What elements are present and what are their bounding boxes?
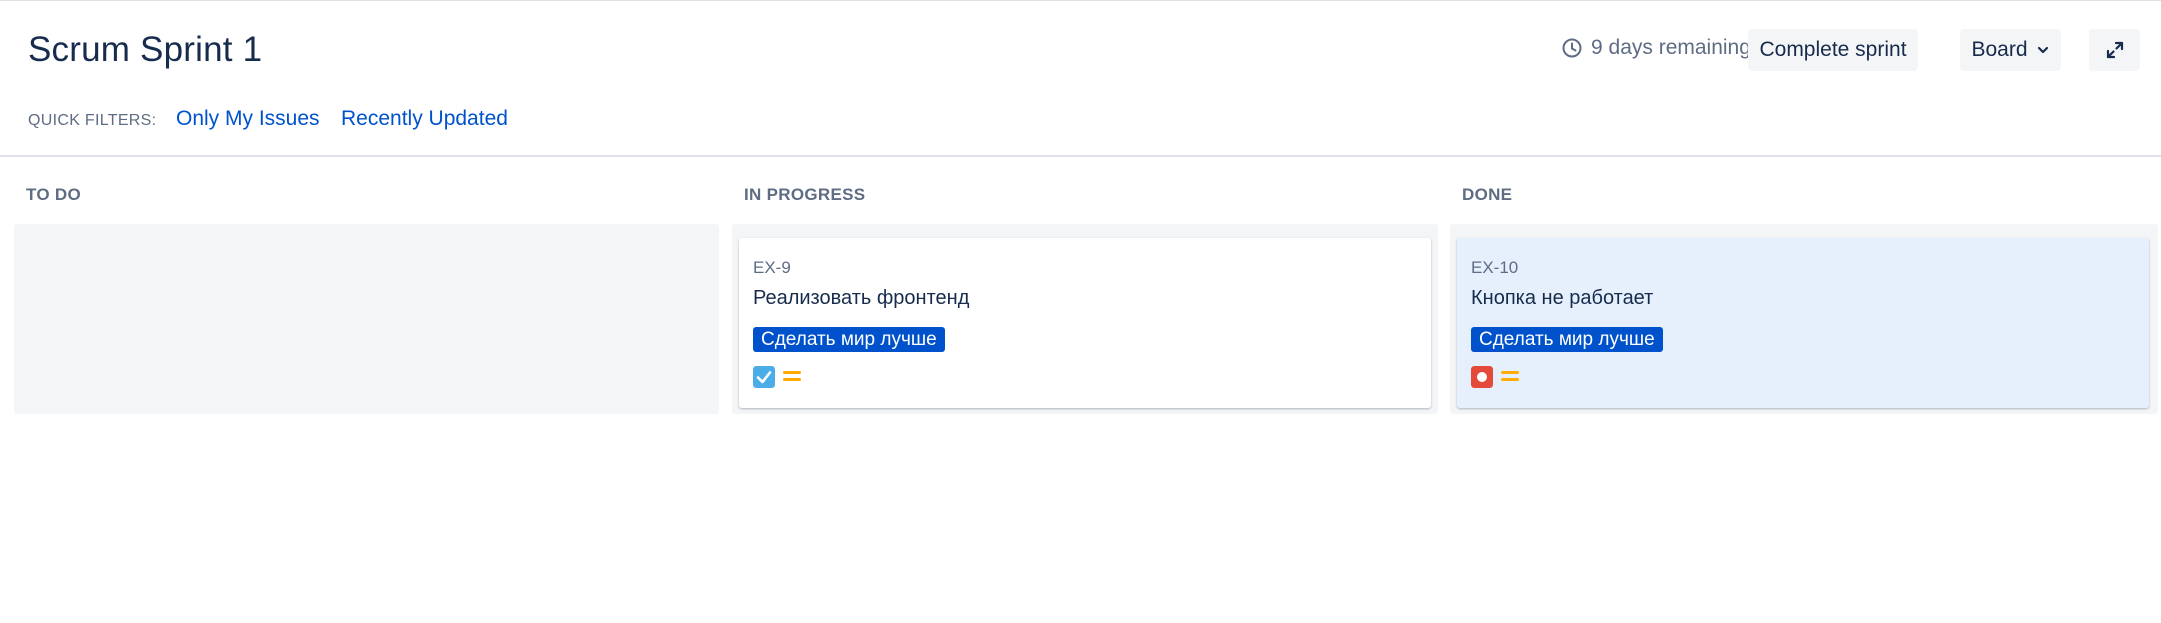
filter-recently-updated[interactable]: Recently Updated	[341, 107, 508, 131]
complete-sprint-button[interactable]: Complete sprint	[1748, 29, 1918, 71]
epic-label: Сделать мир лучше	[1471, 327, 1663, 352]
quick-filters-label: QUICK FILTERS:	[28, 112, 157, 129]
remaining-text: 9 days remaining	[1591, 36, 1751, 59]
column-todo[interactable]	[14, 224, 719, 414]
top-border	[0, 0, 2161, 1]
expand-icon	[2106, 41, 2123, 59]
board-button-label: Board	[1971, 38, 2028, 61]
chevron-down-icon	[2037, 46, 2048, 54]
issue-key[interactable]: EX-10	[1471, 258, 1518, 278]
column-title-in-progress: IN PROGRESS	[744, 185, 866, 204]
sprint-remaining: 9 days remaining	[1561, 36, 1751, 60]
epic-label: Сделать мир лучше	[753, 327, 945, 352]
issue-summary: Кнопка не работает	[1471, 287, 1654, 309]
issue-key[interactable]: EX-9	[753, 258, 791, 278]
column-title-todo: TO DO	[26, 185, 82, 204]
priority-medium-icon	[783, 371, 801, 381]
issue-card[interactable]: EX-10 Кнопка не работает Сделать мир луч…	[1457, 238, 2149, 408]
priority-medium-icon	[1501, 371, 1519, 381]
clock-icon	[1562, 38, 1582, 58]
board-dropdown-button[interactable]: Board	[1960, 29, 2061, 71]
task-checkbox-icon	[753, 366, 775, 388]
page-title: Scrum Sprint 1	[28, 30, 263, 69]
bug-icon	[1471, 366, 1493, 388]
header-divider	[0, 155, 2161, 157]
issue-summary: Реализовать фронтенд	[753, 287, 970, 309]
column-title-done: DONE	[1462, 185, 1513, 204]
filter-only-my-issues[interactable]: Only My Issues	[176, 107, 320, 131]
fullscreen-button[interactable]	[2089, 29, 2140, 71]
issue-card[interactable]: EX-9 Реализовать фронтенд Сделать мир лу…	[739, 238, 1431, 408]
